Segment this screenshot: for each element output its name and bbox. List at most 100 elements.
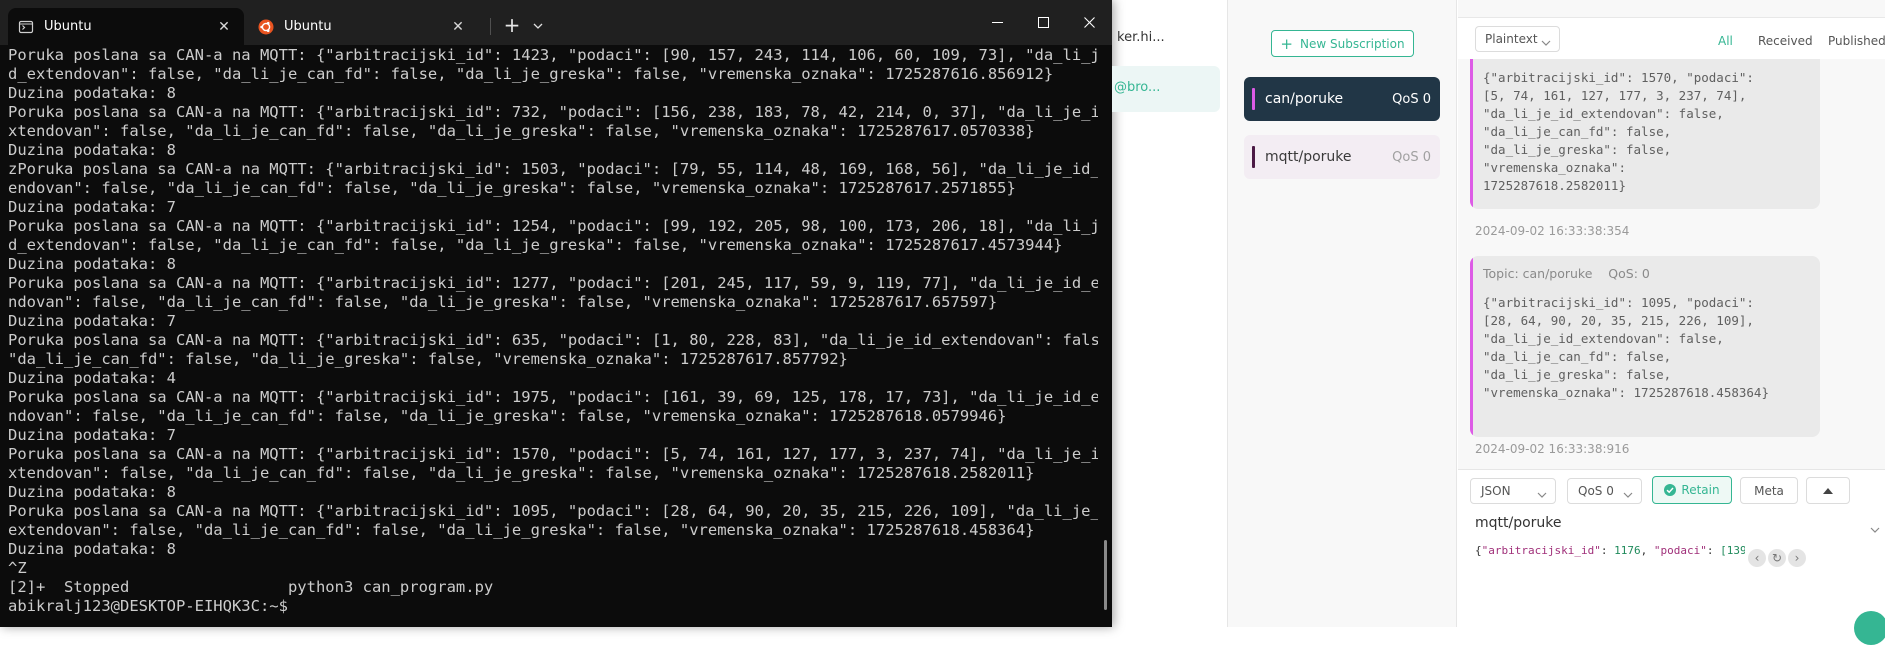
terminal-line: Poruka poslana sa CAN-a na MQTT: {"arbit… — [8, 502, 1098, 520]
retain-label: Retain — [1681, 483, 1720, 497]
message-color-bar — [1470, 59, 1473, 209]
terminal-line: "da_li_je_can_fd": false, "da_li_je_gres… — [8, 350, 848, 368]
scrollbar[interactable] — [1104, 540, 1107, 610]
terminal-window: Ubuntu ✕ Ubuntu ✕ + Poruka poslana sa CA… — [0, 0, 1112, 627]
title-bar: Ubuntu ✕ Ubuntu ✕ + — [0, 0, 1112, 45]
chevron-down-icon[interactable] — [1870, 518, 1880, 537]
message-bubble[interactable]: Topic: can/poruke QoS: 0 {"arbitracijski… — [1470, 256, 1820, 437]
publish-format-value: JSON — [1481, 484, 1511, 498]
messages-toolbar: Plaintext All Received Published — [1458, 17, 1885, 59]
terminal-icon — [18, 19, 34, 35]
chevron-right-icon[interactable]: › — [1788, 549, 1806, 567]
message-payload: {"arbitracijski_id": 1095, "podaci": [28… — [1483, 295, 1769, 400]
terminal-line: Duzina podataka: 8 — [8, 540, 176, 558]
chevron-down-icon — [1623, 487, 1633, 501]
publish-topic-input[interactable]: mqtt/poruke — [1475, 515, 1562, 531]
terminal-line: ndovan": false, "da_li_je_can_fd": false… — [8, 407, 1007, 425]
refresh-icon[interactable]: ↻ — [1768, 549, 1786, 567]
terminal-line: Poruka poslana sa CAN-a na MQTT: {"arbit… — [8, 46, 1098, 64]
message-bubble[interactable]: {"arbitracijski_id": 1570, "podaci": [5,… — [1470, 59, 1820, 209]
terminal-line: Poruka poslana sa CAN-a na MQTT: {"arbit… — [8, 331, 1098, 349]
check-circle-icon — [1664, 484, 1677, 496]
connection-user-text: @bro... — [1114, 80, 1161, 95]
plus-icon: + — [1280, 34, 1293, 53]
payload-format-select[interactable]: Plaintext — [1475, 26, 1560, 52]
terminal-line: d_extendovan": false, "da_li_je_can_fd":… — [8, 236, 1063, 254]
connection-host-text: ker.hi... — [1117, 30, 1165, 45]
maximize-button[interactable] — [1020, 6, 1066, 38]
close-icon[interactable]: ✕ — [212, 19, 236, 35]
message-payload: {"arbitracijski_id": 1570, "podaci": [5,… — [1483, 70, 1754, 193]
terminal-line: Duzina podataka: 4 — [8, 369, 176, 387]
terminal-line: Duzina podataka: 8 — [8, 483, 176, 501]
new-subscription-button[interactable]: + New Subscription — [1271, 30, 1414, 57]
chevron-down-icon — [1537, 487, 1547, 501]
message-list[interactable]: {"arbitracijski_id": 1570, "podaci": [5,… — [1458, 59, 1885, 469]
triangle-up-icon — [1823, 487, 1833, 494]
chevron-down-icon[interactable] — [528, 14, 548, 38]
terminal-line: Duzina podataka: 7 — [8, 312, 176, 330]
publish-payload-editor[interactable]: {"arbitracijski_id": 1176, "podaci": [13… — [1475, 544, 1745, 557]
message-time: 2024-09-02 16:33:38:916 — [1475, 442, 1630, 456]
subscription-item-can-poruke[interactable]: can/poruke QoS 0 — [1244, 77, 1440, 121]
message-topic-line: Topic: can/poruke QoS: 0 — [1483, 266, 1650, 281]
terminal-line: ndovan": false, "da_li_je_can_fd": false… — [8, 293, 998, 311]
terminal-line: Poruka poslana sa CAN-a na MQTT: {"arbit… — [8, 445, 1098, 463]
terminal-line: abikralj123@DESKTOP-EIHQK3C:~$ — [8, 597, 288, 615]
filter-all[interactable]: All — [1718, 34, 1733, 48]
format-value: Plaintext — [1485, 32, 1538, 46]
chevron-left-icon[interactable]: ‹ — [1748, 549, 1766, 567]
subscriptions-panel: + New Subscription can/poruke QoS 0 mqtt… — [1228, 0, 1457, 627]
subscription-color-bar — [1252, 88, 1255, 110]
terminal-line: xtendovan": false, "da_li_je_can_fd": fa… — [8, 464, 1035, 482]
expand-button[interactable] — [1806, 477, 1850, 504]
new-tab-button[interactable]: + — [500, 14, 524, 38]
terminal-output[interactable]: Poruka poslana sa CAN-a na MQTT: {"arbit… — [8, 46, 1098, 624]
terminal-line: extendovan": false, "da_li_je_can_fd": f… — [8, 521, 1035, 539]
tab-label: Ubuntu — [44, 19, 92, 34]
subscription-qos: QoS 0 — [1392, 149, 1431, 165]
terminal-line: [2]+ Stopped python3 can_program.py — [8, 578, 494, 596]
subscription-topic: can/poruke — [1265, 91, 1344, 107]
subscription-color-bar — [1252, 146, 1255, 168]
publish-area: JSON QoS 0 Retain Meta mqtt/poruke {"arb… — [1458, 469, 1885, 645]
payload-value: 1176 — [1614, 544, 1641, 557]
subscription-item-mqtt-poruke[interactable]: mqtt/poruke QoS 0 — [1244, 135, 1440, 179]
terminal-line: Poruka poslana sa CAN-a na MQTT: {"arbit… — [8, 103, 1098, 121]
filter-published[interactable]: Published — [1828, 34, 1885, 48]
send-button[interactable] — [1854, 611, 1885, 645]
terminal-line: d_extendovan": false, "da_li_je_can_fd":… — [8, 65, 1054, 83]
terminal-line: endovan": false, "da_li_je_can_fd": fals… — [8, 179, 1016, 197]
meta-button[interactable]: Meta — [1740, 477, 1798, 504]
filter-received[interactable]: Received — [1758, 34, 1813, 48]
publish-format-select[interactable]: JSON — [1470, 478, 1556, 504]
tab-divider — [490, 18, 491, 35]
close-icon[interactable]: ✕ — [446, 19, 470, 35]
terminal-line: Duzina podataka: 8 — [8, 255, 176, 273]
chevron-down-icon — [1541, 35, 1551, 49]
terminal-line: ^Z — [8, 559, 27, 577]
terminal-line: Duzina podataka: 7 — [8, 198, 176, 216]
payload-key: "arbitracijski_id" — [1481, 544, 1601, 557]
tab-ubuntu[interactable]: Ubuntu ✕ — [252, 8, 478, 45]
new-subscription-label: New Subscription — [1300, 36, 1405, 51]
retain-toggle[interactable]: Retain — [1652, 476, 1732, 504]
payload-value: [139, 47, 215, — [1720, 544, 1745, 557]
terminal-line: Poruka poslana sa CAN-a na MQTT: {"arbit… — [8, 388, 1098, 406]
tab-ubuntu-active[interactable]: Ubuntu ✕ — [8, 8, 244, 45]
terminal-line: Duzina podataka: 7 — [8, 426, 176, 444]
terminal-line: Poruka poslana sa CAN-a na MQTT: {"arbit… — [8, 274, 1098, 292]
minimize-button[interactable] — [974, 6, 1020, 38]
terminal-line: xtendovan": false, "da_li_je_can_fd": fa… — [8, 122, 1035, 140]
message-color-bar — [1470, 256, 1473, 437]
message-time: 2024-09-02 16:33:38:354 — [1475, 224, 1630, 238]
window-close-button[interactable] — [1066, 6, 1112, 38]
terminal-line: zPoruka poslana sa CAN-a na MQTT: {"arbi… — [8, 160, 1098, 178]
terminal-line: Duzina podataka: 8 — [8, 84, 176, 102]
ubuntu-icon — [258, 19, 274, 35]
publish-qos-select[interactable]: QoS 0 — [1567, 478, 1642, 504]
publish-qos-value: QoS 0 — [1578, 484, 1614, 498]
terminal-line: Poruka poslana sa CAN-a na MQTT: {"arbit… — [8, 217, 1098, 235]
tab-label: Ubuntu — [284, 19, 332, 34]
terminal-line: Duzina podataka: 8 — [8, 141, 176, 159]
